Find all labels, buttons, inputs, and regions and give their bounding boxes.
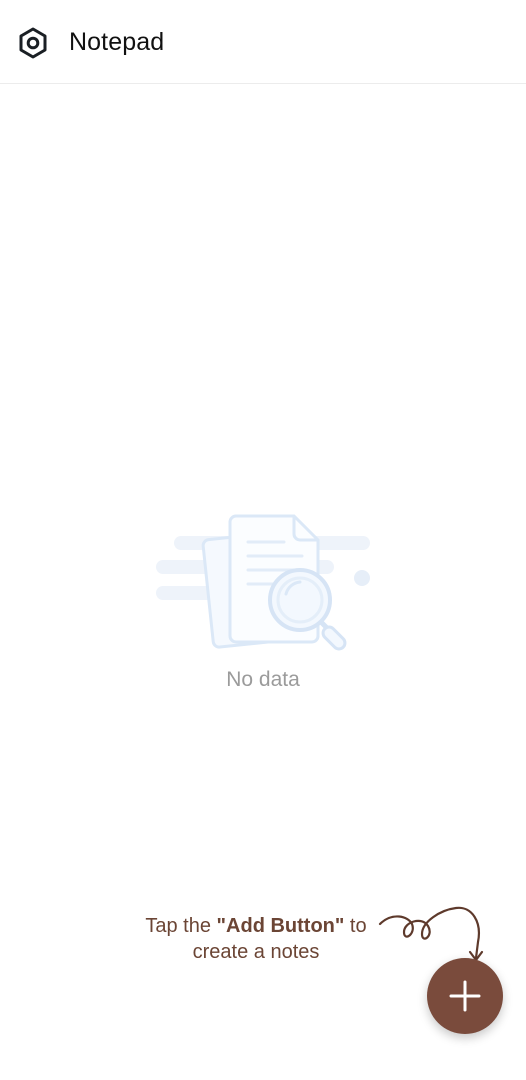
hint-prefix: Tap the	[145, 915, 217, 937]
top-app-bar: Notepad	[0, 0, 526, 84]
hint-highlight: "Add Button"	[216, 915, 345, 937]
add-note-button[interactable]	[427, 958, 503, 1034]
settings-gear-icon	[19, 27, 47, 59]
hint-suffix: to	[344, 915, 367, 937]
document-search-illustration	[156, 514, 370, 651]
settings-button[interactable]	[16, 26, 50, 60]
plus-icon	[449, 980, 481, 1012]
app-root: Notepad No data Tap the "Add Button" to …	[0, 0, 526, 1080]
add-button-hint: Tap the "Add Button" to create a notes	[136, 913, 376, 965]
hint-line2: create a notes	[192, 941, 320, 963]
empty-state-message: No data	[226, 668, 300, 691]
page-title: Notepad	[69, 28, 165, 56]
